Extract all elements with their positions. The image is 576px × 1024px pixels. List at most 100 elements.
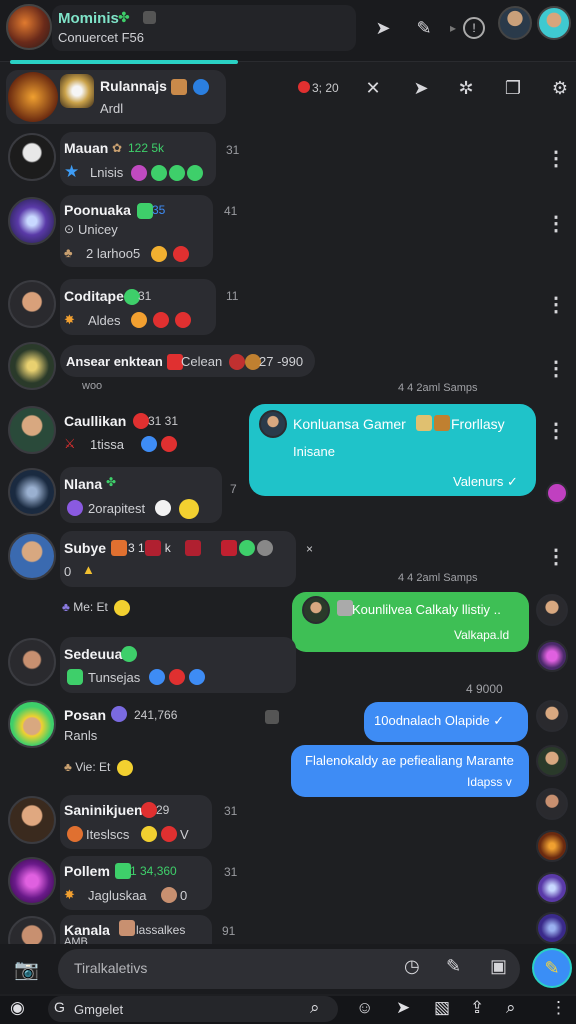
list-item[interactable]: Mauan ✿ 122 5k ★ Lnisis 31 ⋮ [0,131,576,187]
emoji-icon [151,165,167,181]
reaction-row: ♣ Vie: Et [64,760,133,776]
contact-name: Sedeuua [64,646,123,662]
list-item[interactable]: Sedeuua Tunsejas 4 9000 [0,636,576,696]
timer-icon[interactable]: ! [463,17,485,39]
contact-status: V [180,827,189,842]
send-icon[interactable]: ➤ [396,998,410,1018]
avatar [536,700,568,732]
message-composer: 📷 Tiralkaletivs ◷ ✎ ▣ ✎ [0,944,576,994]
send-icon[interactable]: ➤ [408,75,434,101]
list-item[interactable]: Poonuaka 35 ⊙ Unicey ♣ 2 larhoo5 41 ⋮ [0,193,576,269]
emoji-icon [114,600,131,616]
progress-bar [10,60,238,64]
image-icon[interactable] [265,710,279,724]
emoji-icon [67,826,83,842]
chat-icon[interactable]: ☺ [356,998,373,1018]
emoji-icon [189,669,205,685]
emoji-icon: ▲ [82,562,95,577]
avatar [8,280,56,328]
badge-icon [143,11,156,24]
contact-name: Rulannajs [100,78,167,94]
settings-icon[interactable]: ✲ [453,75,479,101]
emoji-icon [137,203,153,219]
search-icon[interactable]: ⌕ [310,998,320,1018]
message-status: Idapss v [467,775,512,789]
list-item[interactable]: Kanala lassalkes AMB 91 [0,914,576,944]
pinned-row[interactable]: Rulannajs Ardl 3; 20 ✕ ➤ ✲ ❐ ⚙ [0,68,576,126]
more-icon[interactable]: ⋮ [546,146,566,171]
camera-icon[interactable]: 📷 [14,957,40,981]
more-icon[interactable]: ⋮ [546,211,566,236]
emoji-icon: ♣ [64,245,73,260]
emoji-icon: ✸ [64,312,75,327]
contact-name: Ansear enktean [66,354,163,369]
emoji-icon [161,436,177,452]
close-icon[interactable]: × [306,542,313,556]
message-bubble[interactable]: 10odnalach Olapide ✓ [364,702,528,742]
contact-status: Iteslscs [86,827,130,842]
emoji-icon [175,312,191,328]
count-label: 11 [226,289,239,303]
server-icon[interactable] [6,4,52,50]
emoji-icon [67,500,83,516]
message-title: Flalenokaldy ae pefiealiang Marante [305,753,514,768]
avatar [8,133,56,181]
contact-status: AMB [64,936,88,944]
search-icon[interactable]: ⌕ [506,998,516,1018]
gear-icon[interactable]: ⚙ [547,75,573,101]
count-label: 31 [226,143,240,157]
contact-status: Lnisis [90,165,124,180]
contact-status: 0 [180,888,188,903]
avatar[interactable] [498,6,532,40]
avatar [546,482,568,504]
close-icon[interactable]: ✕ [360,75,386,101]
emoji-icon [153,312,169,328]
contact-status: Ranls [64,728,98,743]
share-icon[interactable]: ⇪ [470,998,484,1018]
pencil-icon[interactable]: ✎ [411,15,437,41]
emoji-icon [155,500,171,516]
timer-icon[interactable]: ◷ [404,956,420,977]
copy-icon[interactable]: ❐ [500,75,526,101]
more-icon[interactable]: ⋮ [550,998,567,1018]
emoji-icon [193,79,209,95]
image-icon[interactable]: ▧ [434,998,450,1018]
list-item[interactable]: Coditape 31 ✸ Aldes 11 ⋮ [0,278,576,336]
pencil-icon[interactable]: ✎ [446,956,461,977]
list-item[interactable]: Subye 3 10 1 k 0 ▲ × 4 4 2aml Samps ⋮ [0,530,576,588]
more-icon[interactable]: ⋮ [546,544,566,569]
emoji-icon [149,669,165,685]
send-button[interactable]: ✎ [532,948,572,988]
avatar[interactable] [537,6,571,40]
more-icon[interactable]: ⋮ [546,292,566,317]
avatar [259,410,287,438]
emoji-icon: ✸ [64,887,75,902]
emoji-icon [141,436,157,452]
list-item[interactable]: Saninikjuen 29 Iteslscs V 31 [0,794,576,850]
list-item[interactable]: Nlana ✤ 2orapitest 7 [0,466,576,524]
contact-status: Unicey [78,222,118,237]
timestamp: 4 9000 [466,682,503,696]
list-item[interactable]: Ansear enktean Celean 27 -990 woo 4 4 2a… [0,342,576,398]
emoji-icon [111,706,127,722]
avatar [8,916,56,944]
emoji-icon [119,920,135,936]
list-item[interactable]: Pollem 1 34,360 ✸ Jagluskaa 0 31 [0,855,576,911]
reaction-label: Vie: Et [75,760,111,775]
home-icon[interactable]: ◉ [10,998,25,1018]
contact-name: Pollem [64,863,110,879]
emoji-icon [116,760,133,776]
emoji-icon [221,540,237,556]
more-icon[interactable]: ⋮ [546,418,566,443]
send-icon[interactable]: ➤ [370,15,396,41]
contact-meta: 122 5k [128,141,165,155]
contact-meta: 31 31 [148,414,179,428]
clover-icon: ✤ [118,9,130,25]
count-label: 31 [224,804,238,818]
emoji-icon [173,246,189,262]
star-icon: ★ [64,162,80,181]
contact-status: Ardl [100,101,124,116]
image-icon[interactable]: ▣ [490,956,507,977]
more-icon[interactable]: ⋮ [546,356,566,381]
message-bubble[interactable]: Flalenokaldy ae pefiealiang Marante Idap… [291,745,529,797]
